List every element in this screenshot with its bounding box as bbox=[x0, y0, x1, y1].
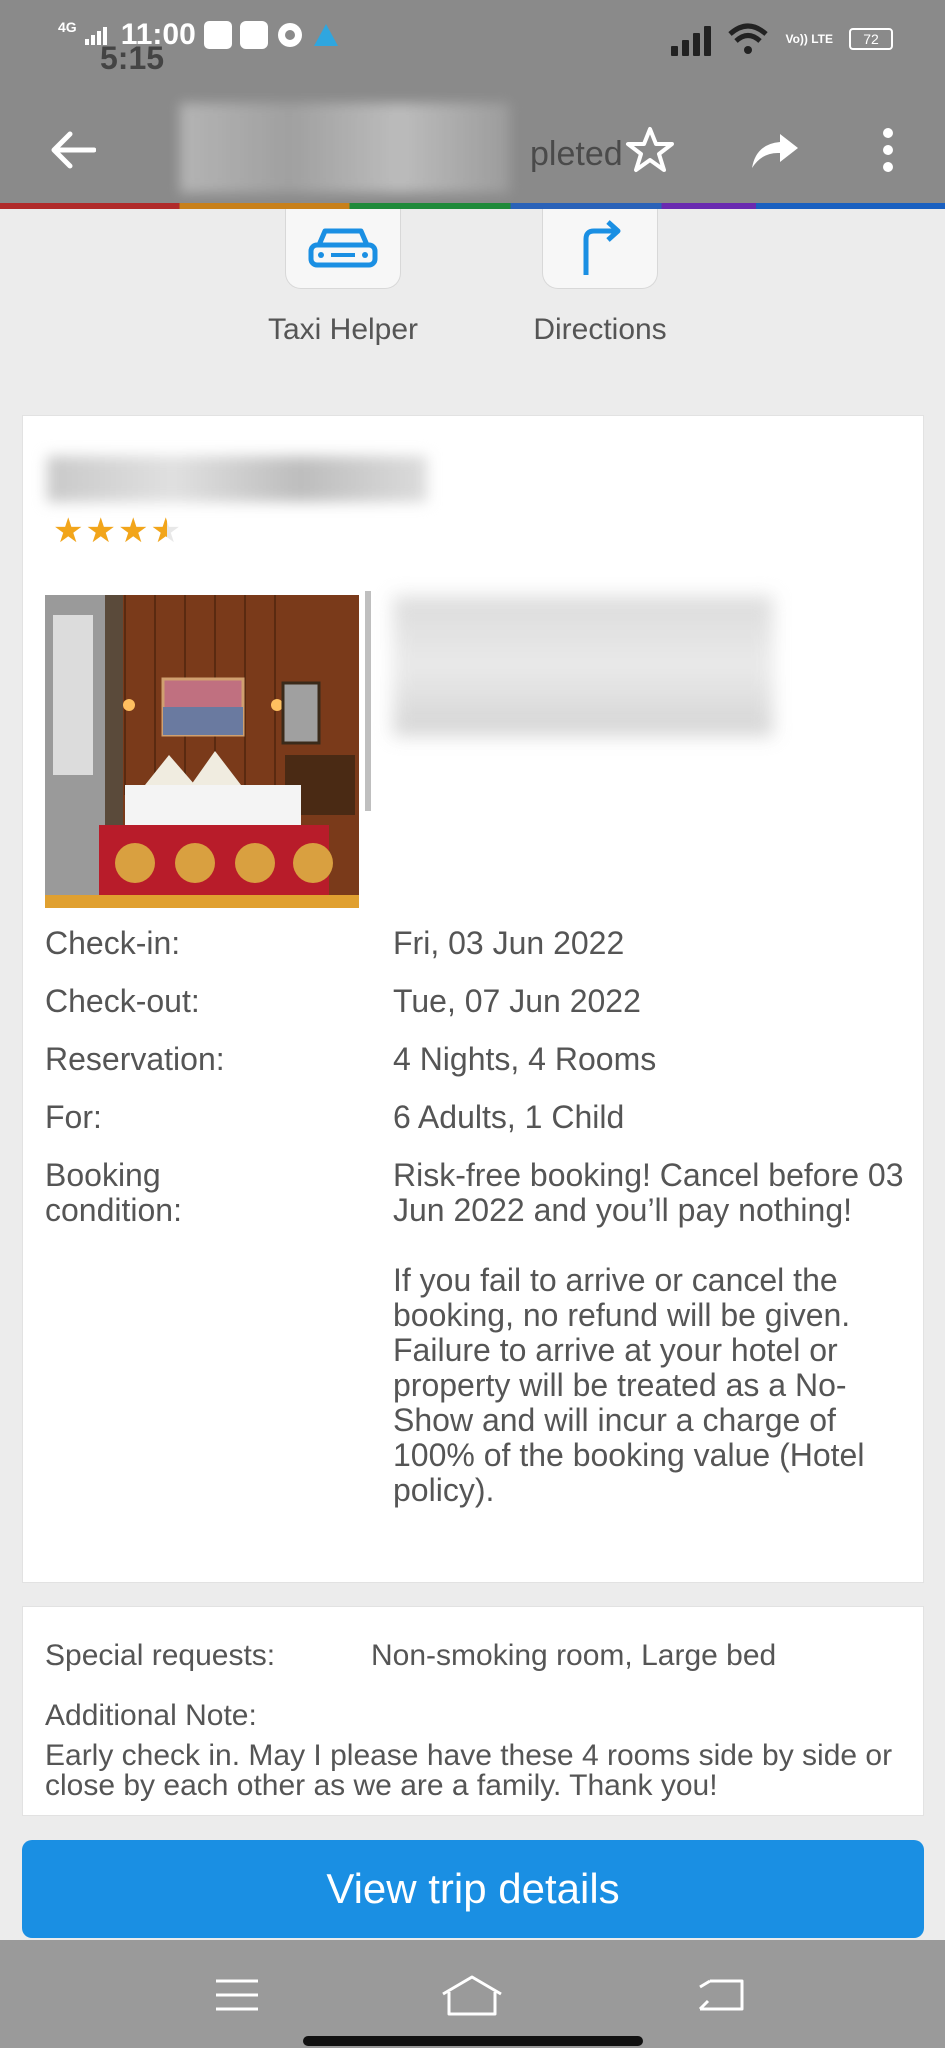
directions-label: Directions bbox=[533, 313, 667, 346]
booking-card: ★★★★ ★★★★ bbox=[22, 415, 924, 1583]
home-button[interactable] bbox=[437, 1960, 507, 2030]
overlay-time: 5:15 bbox=[100, 40, 165, 76]
hotel-address-redacted bbox=[393, 596, 773, 736]
back-return-icon bbox=[698, 1979, 744, 2011]
arrow-left-icon bbox=[51, 131, 96, 169]
requests-card: Special requests: Non-smoking room, Larg… bbox=[22, 1606, 924, 1816]
page-title: pleted bbox=[530, 135, 623, 173]
condition-paragraph-1: Risk-free booking! Cancel before 03 Jun … bbox=[393, 1157, 904, 1228]
reservation-label: Reservation: bbox=[45, 1041, 225, 1077]
app-notification-icon bbox=[203, 21, 232, 49]
taxi-icon bbox=[308, 228, 378, 267]
home-icon bbox=[442, 1975, 502, 2016]
address-divider bbox=[365, 591, 371, 811]
booking-condition-label: Booking condition: bbox=[45, 1157, 182, 1228]
star-outline-icon bbox=[626, 127, 674, 172]
directions-button[interactable] bbox=[542, 209, 658, 289]
menu-lines-icon bbox=[216, 1979, 258, 2011]
checkin-value: Fri, 03 Jun 2022 bbox=[393, 925, 625, 961]
more-options-button[interactable] bbox=[853, 115, 923, 185]
special-requests-label: Special requests: bbox=[45, 1639, 276, 1672]
favorite-button[interactable] bbox=[615, 115, 685, 185]
view-trip-details-button[interactable]: View trip details bbox=[22, 1840, 924, 1938]
system-nav-bar bbox=[0, 1940, 945, 2048]
additional-note-label: Additional Note: bbox=[45, 1699, 257, 1732]
gesture-handle[interactable] bbox=[303, 2036, 643, 2046]
checkout-value: Tue, 07 Jun 2022 bbox=[393, 983, 641, 1019]
status-bar: 4G 11:00 5:15 Vo)) LTE 72 bbox=[0, 0, 945, 80]
view-trip-details-label: View trip details bbox=[326, 1865, 620, 1912]
top-bar: 4G 11:00 5:15 Vo)) LTE 72 pleted bbox=[0, 0, 945, 205]
guests-label: For: bbox=[45, 1099, 102, 1135]
reservation-value: 4 Nights, 4 Rooms bbox=[393, 1041, 657, 1077]
network-type: 4G bbox=[58, 19, 77, 35]
app-bar: pleted bbox=[0, 95, 945, 205]
battery-icon: 72 bbox=[849, 28, 893, 50]
condition-paragraph-2: If you fail to arrive or cancel the book… bbox=[393, 1262, 865, 1508]
mail-icon bbox=[239, 21, 268, 49]
hotel-room-photo[interactable] bbox=[45, 595, 359, 908]
booking-condition-text: Risk-free booking! Cancel before 03 Jun … bbox=[393, 1158, 913, 1508]
checkin-label: Check-in: bbox=[45, 925, 181, 961]
more-vertical-icon bbox=[883, 128, 893, 172]
additional-note-value: Early check in. May I please have these … bbox=[45, 1739, 893, 1802]
title-redacted bbox=[180, 103, 510, 193]
quick-actions: Taxi Helper Directions bbox=[0, 209, 945, 389]
checkout-label: Check-out: bbox=[45, 983, 200, 1019]
back-button[interactable] bbox=[38, 115, 108, 185]
directions-icon bbox=[583, 219, 621, 275]
chrome-icon bbox=[277, 23, 302, 47]
wifi-icon bbox=[728, 23, 769, 54]
share-arrow-icon bbox=[752, 134, 798, 168]
taxi-helper-button[interactable] bbox=[285, 209, 401, 289]
hotel-name-redacted bbox=[47, 456, 427, 502]
hotel-rating-stars: ★★★★ ★★★★ bbox=[53, 512, 183, 550]
system-back-button[interactable] bbox=[686, 1960, 756, 2030]
special-requests-value: Non-smoking room, Large bed bbox=[371, 1639, 777, 1672]
recent-apps-button[interactable] bbox=[202, 1960, 272, 2030]
taxi-helper-label: Taxi Helper bbox=[267, 313, 419, 346]
guests-value: 6 Adults, 1 Child bbox=[393, 1099, 625, 1135]
share-button[interactable] bbox=[740, 115, 810, 185]
alert-icon bbox=[313, 24, 338, 46]
cellular-signal-icon bbox=[671, 22, 712, 56]
volte-indicator: Vo)) LTE bbox=[785, 32, 833, 46]
